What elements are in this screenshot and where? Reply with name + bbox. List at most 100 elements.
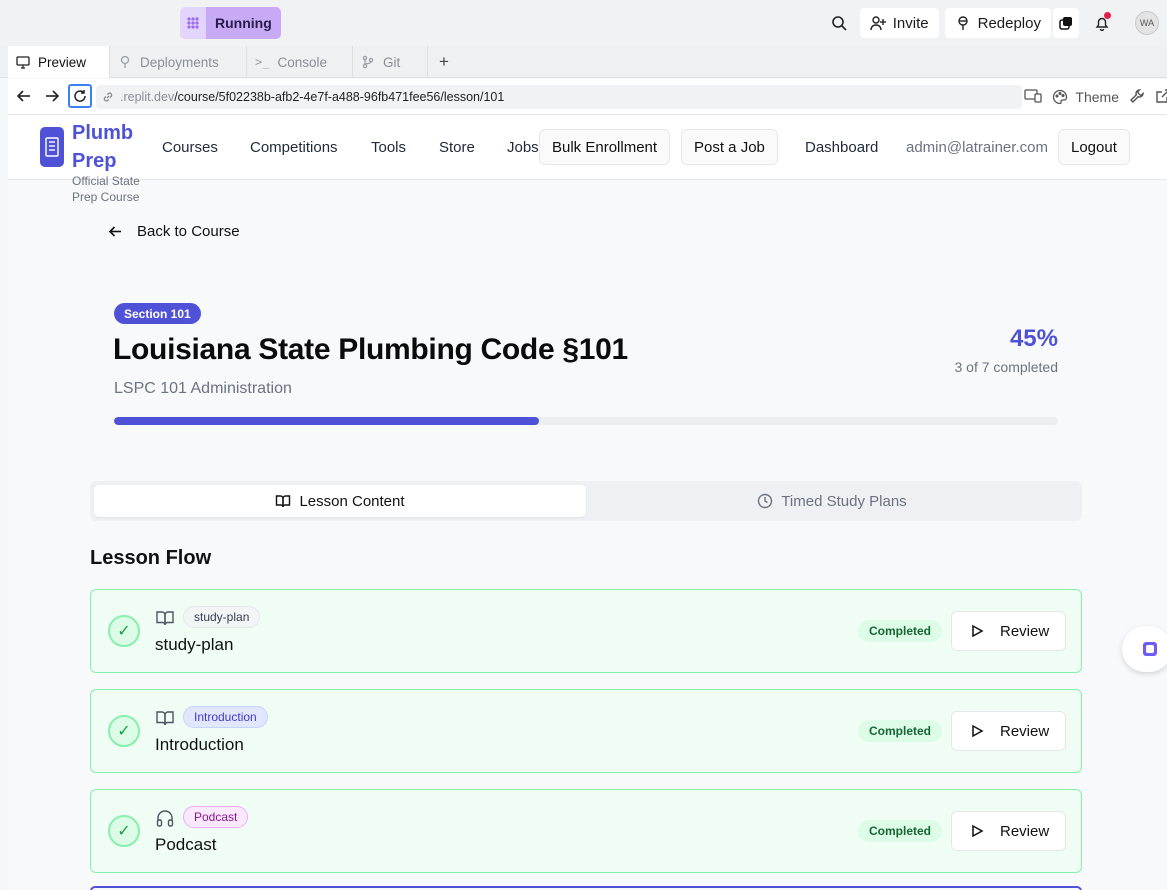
tab-preview[interactable]: Preview — [8, 46, 110, 78]
preview-url-bar: .replit.dev/course/5f02238b-afb2-4e7f-a4… — [8, 79, 1167, 115]
brand-name[interactable]: Plumb Prep — [72, 119, 152, 175]
preview-tools: Theme — [1024, 85, 1167, 109]
invite-label: Invite — [892, 14, 929, 32]
review-label: Review — [1000, 622, 1050, 640]
review-label: Review — [1000, 722, 1050, 740]
palette-icon — [1053, 89, 1068, 105]
tab-git[interactable]: Git — [353, 46, 428, 78]
account-menu[interactable]: WA — [1127, 8, 1167, 38]
next-lesson-card-edge — [90, 886, 1082, 890]
redeploy-button[interactable]: Redeploy — [944, 8, 1051, 38]
invite-button[interactable]: Invite — [859, 8, 939, 38]
app-navbar: Plumb Prep Official State Prep Course Co… — [8, 115, 1167, 204]
review-button[interactable]: Review — [951, 711, 1066, 751]
status-badge: Completed — [858, 720, 943, 742]
page-title: Louisiana State Plumbing Code §101 — [113, 333, 628, 366]
add-user-icon — [870, 16, 886, 31]
replit-topbar: Running Invite Redeploy WA — [0, 0, 1167, 46]
tab-label: Deployments — [140, 54, 219, 70]
lesson-flow-heading: Lesson Flow — [90, 547, 212, 569]
lesson-flow-item: ✓ study-plan study-plan Completed Review — [90, 589, 1082, 673]
headphones-icon — [156, 810, 174, 827]
deploy-icon — [957, 16, 968, 30]
tab-lesson-content[interactable]: Lesson Content — [94, 485, 586, 517]
theme-button[interactable]: Theme — [1052, 89, 1119, 105]
brand-tagline: Official State Prep Course — [72, 174, 140, 204]
book-open-icon — [156, 611, 174, 626]
nav-link-store[interactable]: Store — [439, 139, 475, 156]
nav-link-dashboard[interactable]: Dashboard — [805, 139, 878, 156]
content-tabs: Lesson Content Timed Study Plans — [90, 481, 1082, 521]
lesson-item-name: Introduction — [155, 735, 244, 754]
check-circle-icon: ✓ — [108, 715, 140, 747]
tab-label: Lesson Content — [299, 492, 405, 510]
add-tab-button[interactable]: + — [436, 46, 452, 78]
lesson-item-name: study-plan — [155, 635, 234, 654]
url-input[interactable]: .replit.dev/course/5f02238b-afb2-4e7f-a4… — [96, 85, 1022, 109]
search-icon[interactable] — [824, 8, 854, 38]
arrow-left-icon — [108, 226, 121, 237]
forward-arrow-icon[interactable] — [44, 88, 60, 109]
reload-icon[interactable] — [68, 84, 92, 108]
progress-bar-fill — [114, 417, 539, 425]
grid-dots-icon — [180, 7, 206, 39]
tab-label: Timed Study Plans — [781, 492, 907, 510]
tab-deployments[interactable]: Deployments — [110, 46, 247, 78]
nav-link-tools[interactable]: Tools — [371, 139, 406, 156]
url-host: .replit.dev — [120, 90, 175, 104]
tab-console[interactable]: >_ Console — [247, 46, 353, 78]
deploy-icon — [120, 55, 130, 68]
tab-timed-study-plans[interactable]: Timed Study Plans — [586, 485, 1078, 517]
tab-label: Console — [277, 54, 327, 70]
review-label: Review — [1000, 822, 1050, 840]
run-status-label: Running — [206, 7, 281, 39]
nav-link-competitions[interactable]: Competitions — [250, 139, 338, 156]
book-open-icon — [156, 711, 174, 726]
lesson-item-name: Podcast — [155, 835, 217, 854]
clock-icon — [758, 493, 773, 509]
lesson-flow-item: ✓ Introduction Introduction Completed Re… — [90, 689, 1082, 773]
devices-icon[interactable] — [1024, 88, 1043, 106]
tab-label: Git — [383, 54, 401, 70]
content-type-tag: Introduction — [183, 706, 268, 728]
status-badge: Completed — [858, 620, 943, 642]
building-logo-icon[interactable] — [40, 127, 64, 167]
workspace-tabs: Preview Deployments >_ Console Git + — [0, 46, 1167, 78]
post-job-button[interactable]: Post a Job — [681, 129, 778, 165]
run-status-chip[interactable]: Running — [180, 7, 281, 39]
back-arrow-icon[interactable] — [16, 88, 32, 109]
lesson-flow-item: ✓ Podcast Podcast Completed Review — [90, 789, 1082, 873]
book-open-icon — [276, 495, 291, 508]
terminal-icon: >_ — [255, 55, 270, 69]
theme-label: Theme — [1075, 89, 1119, 105]
tab-label: Preview — [38, 54, 87, 70]
nav-link-jobs[interactable]: Jobs — [507, 139, 539, 156]
progress-percent: 45% — [1009, 325, 1058, 352]
monitor-icon — [16, 56, 30, 69]
notification-dot — [1104, 12, 1111, 19]
check-circle-icon: ✓ — [108, 815, 140, 847]
logout-button[interactable]: Logout — [1058, 129, 1130, 165]
back-to-course-link[interactable]: Back to Course — [108, 223, 240, 240]
avatar: WA — [1135, 11, 1159, 35]
user-email: admin@latrainer.com — [906, 139, 1048, 156]
play-icon — [972, 724, 984, 738]
app-preview: Plumb Prep Official State Prep Course Co… — [8, 115, 1167, 890]
progress-count: 3 of 7 completed — [954, 359, 1058, 375]
bulk-enrollment-button[interactable]: Bulk Enrollment — [539, 129, 671, 165]
url-path: /course/5f02238b-afb2-4e7f-a488-96fb471f… — [174, 90, 505, 104]
copy-icon — [1059, 17, 1072, 30]
review-button[interactable]: Review — [951, 811, 1066, 851]
page-subtitle: LSPC 101 Administration — [114, 380, 292, 397]
nav-link-courses[interactable]: Courses — [162, 139, 218, 156]
review-button[interactable]: Review — [951, 611, 1066, 651]
notifications-bell-icon[interactable] — [1087, 8, 1117, 38]
assistant-widget-icon[interactable] — [1122, 626, 1167, 672]
redeploy-label: Redeploy — [977, 14, 1041, 32]
wrench-icon[interactable] — [1129, 88, 1145, 107]
open-external-icon[interactable] — [1155, 88, 1167, 107]
git-branch-icon — [362, 55, 374, 69]
progress-bar — [114, 417, 1058, 425]
play-icon — [972, 624, 984, 638]
deploy-menu-button[interactable] — [1053, 8, 1079, 38]
